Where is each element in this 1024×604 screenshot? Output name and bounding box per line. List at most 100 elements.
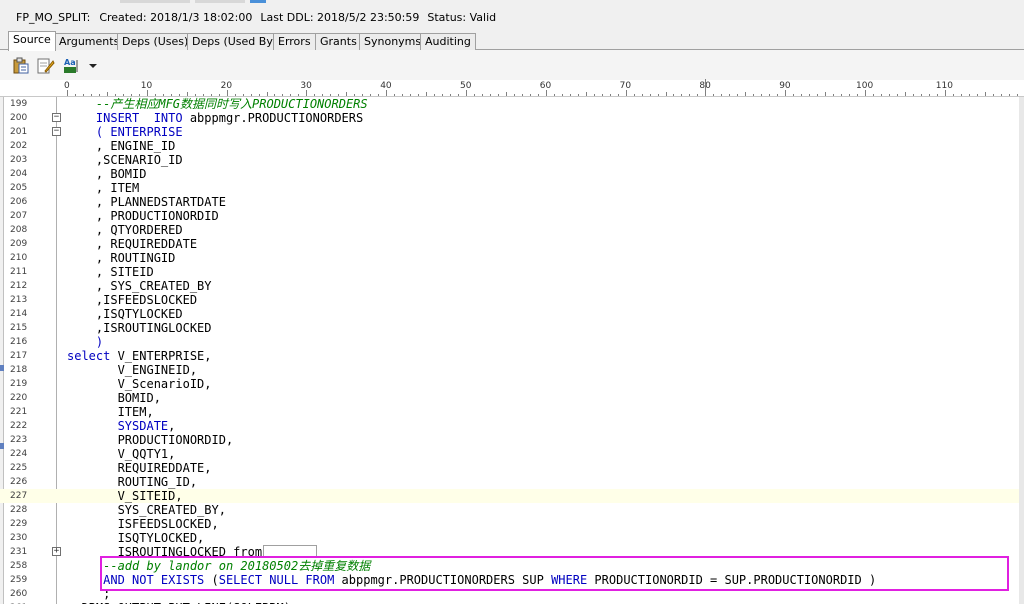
code-line[interactable]: 213 ,ISFEEDSLOCKED: [0, 293, 1024, 307]
ruler-tick: [402, 94, 404, 96]
vertical-scrollbar[interactable]: [1019, 97, 1024, 604]
code-text: ,ISROUTINGLOCKED: [67, 321, 212, 335]
ruler-tick: [617, 94, 619, 96]
code-line[interactable]: 229 ISFEEDSLOCKED,: [0, 517, 1024, 531]
code-line[interactable]: 259 AND NOT EXISTS (SELECT NULL FROM abp…: [0, 573, 1024, 587]
collapse-fold-icon[interactable]: −: [52, 113, 61, 122]
tab-arguments[interactable]: Arguments: [54, 33, 125, 50]
code-line[interactable]: 216 ): [0, 335, 1024, 349]
ruler-tick: [769, 94, 771, 96]
code-line[interactable]: 222 SYSDATE,: [0, 419, 1024, 433]
tab-errors[interactable]: Errors: [273, 33, 316, 50]
ruler-tick: [992, 94, 994, 96]
tab-grants[interactable]: Grants: [315, 33, 362, 50]
ruler-tick: [114, 94, 116, 96]
line-number: 228: [10, 505, 28, 515]
ruler-tick: [665, 92, 667, 96]
code-line[interactable]: 203 ,SCENARIO_ID: [0, 153, 1024, 167]
expand-fold-icon[interactable]: +: [52, 547, 61, 556]
code-line[interactable]: 219 V_ScenarioID,: [0, 377, 1024, 391]
code-text: AND NOT EXISTS (SELECT NULL FROM abppmgr…: [103, 573, 877, 587]
status-info: Status: Valid: [427, 11, 497, 24]
code-line[interactable]: 227 V_SITEID,: [0, 489, 1024, 503]
last-ddl-info: Last DDL: 2018/5/2 23:50:59: [260, 11, 420, 24]
ruler-tick: [242, 94, 244, 96]
code-text: REQUIREDDATE,: [67, 461, 212, 475]
ruler-tick: [450, 94, 452, 96]
code-text: , BOMID: [67, 167, 147, 181]
code-text: ROUTING_ID,: [67, 475, 198, 489]
ruler-tick: [601, 94, 603, 96]
code-line[interactable]: 214 ,ISQTYLOCKED: [0, 307, 1024, 321]
code-text: ( ENTERPRISE: [67, 125, 183, 139]
code-text: V_QQTY1,: [67, 447, 176, 461]
code-line[interactable]: 225 REQUIREDDATE,: [0, 461, 1024, 475]
ruler-tick: [641, 94, 643, 96]
ruler-tick: [537, 94, 539, 96]
code-text: V_ENGINEID,: [67, 363, 198, 377]
code-line[interactable]: 200 − INSERT INTO abppmgr.PRODUCTIONORDER…: [0, 111, 1024, 125]
edit-icon[interactable]: [37, 57, 55, 74]
code-editor[interactable]: 199 --产生相应MFG数据同时写入PRODUCTIONORDERS 200 − …: [0, 97, 1024, 604]
code-line[interactable]: 199 --产生相应MFG数据同时写入PRODUCTIONORDERS: [0, 97, 1024, 111]
code-text: V_SITEID,: [67, 489, 183, 503]
ruler-tick: [330, 94, 332, 96]
code-line[interactable]: 204 , BOMID: [0, 167, 1024, 181]
line-number: 259: [10, 575, 28, 585]
ruler-label: 90: [779, 81, 791, 91]
code-line[interactable]: 224 V_QQTY1,: [0, 447, 1024, 461]
tab-deps-used-by[interactable]: Deps (Used By): [187, 33, 283, 50]
code-line[interactable]: 209 , REQUIREDDATE: [0, 237, 1024, 251]
tab-synonyms[interactable]: Synonyms: [359, 33, 427, 50]
ruler-tick: [282, 94, 284, 96]
ruler-label: 100: [856, 81, 874, 91]
ruler-tick: [920, 94, 922, 96]
code-line[interactable]: 201 − ( ENTERPRISE: [0, 125, 1024, 139]
tab-deps-uses[interactable]: Deps (Uses): [117, 33, 194, 50]
code-line[interactable]: 231 + ISROUTINGLOCKED from: [0, 545, 1024, 559]
code-line[interactable]: 210 , ROUTINGID: [0, 251, 1024, 265]
code-text: ISQTYLOCKED,: [67, 531, 205, 545]
collapse-fold-icon[interactable]: −: [52, 127, 61, 136]
ruler-tick: [577, 94, 579, 96]
code-line[interactable]: 220 BOMID,: [0, 391, 1024, 405]
code-text: , SITEID: [67, 265, 154, 279]
code-line[interactable]: 230 ISQTYLOCKED,: [0, 531, 1024, 545]
tab-auditing[interactable]: Auditing: [420, 33, 476, 50]
paste-icon[interactable]: [12, 57, 30, 74]
code-line[interactable]: 217 select V_ENTERPRISE,: [0, 349, 1024, 363]
code-line[interactable]: 212 , SYS_CREATED_BY: [0, 279, 1024, 293]
code-line[interactable]: 218 V_ENGINEID,: [0, 363, 1024, 377]
code-line[interactable]: 215 ,ISROUTINGLOCKED: [0, 321, 1024, 335]
code-line[interactable]: 206 , PLANNEDSTARTDATE: [0, 195, 1024, 209]
ruler-tick: [689, 94, 691, 96]
code-line[interactable]: 202 , ENGINE_ID: [0, 139, 1024, 153]
code-text: , ENGINE_ID: [67, 139, 176, 153]
line-number: 212: [10, 281, 28, 291]
code-line[interactable]: 221 ITEM,: [0, 405, 1024, 419]
code-line[interactable]: 208 , QTYORDERED: [0, 223, 1024, 237]
code-line[interactable]: 228 SYS_CREATED_BY,: [0, 503, 1024, 517]
case-convert-icon[interactable]: Aa: [63, 57, 85, 74]
code-line[interactable]: 260 ;: [0, 587, 1024, 601]
tab-source[interactable]: Source: [8, 31, 56, 51]
ruler-tick: [633, 94, 635, 96]
code-line[interactable]: 207 , PRODUCTIONORDID: [0, 209, 1024, 223]
dropdown-arrow-icon[interactable]: [88, 57, 98, 74]
ruler-tick: [936, 94, 938, 96]
code-line[interactable]: 223 PRODUCTIONORDID,: [0, 433, 1024, 447]
code-line[interactable]: 258 --add by landor on 20180502去掉重复数据: [0, 559, 1024, 573]
code-line[interactable]: 226 ROUTING_ID,: [0, 475, 1024, 489]
line-number: 224: [10, 449, 28, 459]
ruler-tick: [378, 94, 380, 96]
code-text: ISFEEDSLOCKED,: [67, 517, 219, 531]
code-text: , PLANNEDSTARTDATE: [67, 195, 226, 209]
ruler-tick: [258, 94, 260, 96]
column-ruler: 0102030405060708090100110: [0, 79, 1024, 97]
ruler-tick: [210, 94, 212, 96]
ruler-tick: [106, 92, 108, 96]
folded-code-placeholder[interactable]: [263, 545, 318, 558]
code-line[interactable]: 205 , ITEM: [0, 181, 1024, 195]
line-number: 220: [10, 393, 28, 403]
code-line[interactable]: 211 , SITEID: [0, 265, 1024, 279]
